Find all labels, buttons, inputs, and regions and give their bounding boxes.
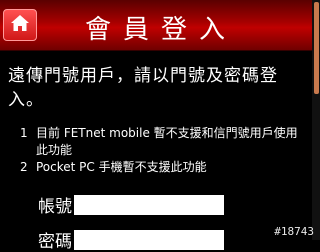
scrollbar[interactable] xyxy=(312,0,320,240)
notes-list: 1 目前 FETnet mobile 暫不支援和信門號用戶使用此功能 2 Poc… xyxy=(20,125,305,176)
header-bar: 會員登入 xyxy=(0,0,312,51)
intro-text: 遠傳門號用戶，請以門號及密碼登入。 xyxy=(8,66,278,110)
page-title: 會員登入 xyxy=(84,15,237,45)
list-item: 2 Pocket PC 手機暫不支援此功能 xyxy=(20,159,305,176)
account-row: 帳號 xyxy=(38,192,224,217)
list-item: 1 目前 FETnet mobile 暫不支援和信門號用戶使用此功能 xyxy=(20,125,305,159)
scrollbar-thumb[interactable] xyxy=(314,2,319,94)
watermark: #18743 xyxy=(274,225,314,238)
note-text: 目前 FETnet mobile 暫不支援和信門號用戶使用此功能 xyxy=(36,126,298,157)
account-label: 帳號 xyxy=(38,197,72,217)
account-input[interactable] xyxy=(74,194,224,215)
note-number: 1 xyxy=(20,126,28,140)
note-number: 2 xyxy=(20,160,28,174)
note-text: Pocket PC 手機暫不支援此功能 xyxy=(36,160,207,174)
